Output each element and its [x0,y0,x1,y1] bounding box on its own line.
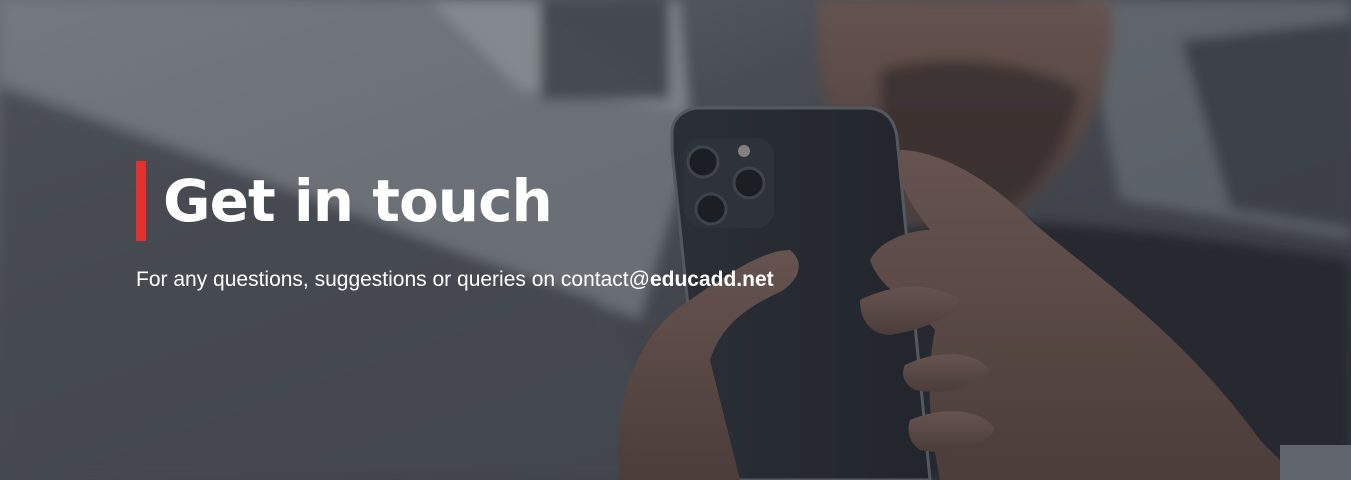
contact-subtitle-text: For any questions, suggestions or querie… [136,268,650,291]
heading-block: Get in touch [136,160,896,242]
contact-email-domain[interactable]: educadd.net [650,268,774,291]
heading-accent-bar [136,161,146,241]
contact-subtitle: For any questions, suggestions or querie… [136,266,896,293]
page-title: Get in touch [163,167,553,235]
contact-hero: Get in touch For any questions, suggesti… [0,0,1351,480]
hero-content: Get in touch For any questions, suggesti… [136,160,896,293]
